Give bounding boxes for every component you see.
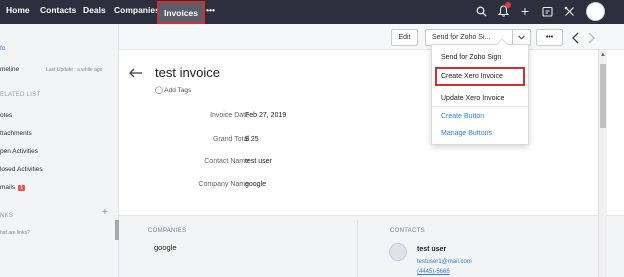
field-value-company-name[interactable]: google (245, 181, 266, 188)
menu-item-send-for-zoho-sign[interactable]: Send for Zoho Sign (441, 54, 501, 61)
arrow-left-icon[interactable] (129, 65, 143, 81)
send-for-zoho-sign-label: Send for Zoho Si... (432, 34, 491, 41)
nav-deals[interactable]: Deals (83, 0, 106, 24)
sidebar-item-attachments[interactable]: ttachments (0, 130, 32, 137)
menu-item-update-xero-invoice[interactable]: Update Xero Invoice (441, 95, 504, 102)
nav-home[interactable]: Home (6, 0, 30, 24)
add-link-button[interactable]: + (102, 207, 108, 218)
contact-phone[interactable]: (4445)-5666 (417, 269, 450, 275)
field-label-contact-name: Contact Name (204, 158, 249, 165)
company-link[interactable]: google (154, 243, 177, 252)
left-sidebar: fo meline Last Update : a while ago ELAT… (0, 24, 119, 277)
sidebar-item-emails[interactable]: mails 1 (0, 184, 26, 191)
chevron-right-icon[interactable] (588, 31, 595, 49)
tools-icon[interactable] (561, 3, 577, 19)
field-label-company-name: Company Name (198, 181, 249, 188)
menu-item-create-button[interactable]: Create Button (441, 113, 484, 120)
contact-name[interactable]: test user (417, 246, 446, 253)
chevron-down-icon[interactable] (512, 30, 530, 45)
field-value-grand-total[interactable]: $ 25 (245, 136, 259, 143)
record-title: test invoice (155, 65, 221, 80)
tag-icon: ◯ (155, 87, 163, 94)
bell-icon[interactable] (495, 2, 511, 19)
record-toolbar: Edit Send for Zoho Si... ••• (119, 24, 624, 50)
field-value-contact-name[interactable]: test user (245, 158, 272, 165)
main-scrollbar[interactable]: ▲ (598, 50, 607, 277)
contact-avatar (389, 243, 407, 261)
chevron-left-icon[interactable] (572, 31, 579, 49)
menu-item-manage-buttons[interactable]: Manage Buttons (441, 130, 492, 137)
menu-item-create-xero-invoice[interactable]: Create Xero Invoice (441, 73, 503, 80)
scroll-up-icon[interactable]: ▲ (600, 52, 606, 58)
edit-button[interactable]: Edit (391, 29, 418, 46)
more-actions-button[interactable]: ••• (536, 29, 563, 46)
sidebar-item-emails-label: mails (0, 184, 16, 191)
search-icon[interactable] (473, 3, 489, 19)
menu-separator (432, 106, 528, 107)
nav-contacts[interactable]: Contacts (40, 0, 76, 24)
plus-icon[interactable]: + (517, 3, 533, 19)
links-heading: NKS (0, 213, 14, 219)
send-options-dropdown: Send for Zoho Sign Create Xero Invoice U… (431, 38, 529, 145)
links-hint[interactable]: hat are links? (0, 230, 30, 236)
emails-count-badge: 1 (18, 185, 26, 191)
top-nav: Home Contacts Deals Companies Invoices •… (0, 0, 624, 24)
contact-email[interactable]: testuser1@mail.com (417, 259, 472, 265)
related-records-panel: COMPANIES google CONTACTS test user test… (119, 215, 624, 277)
last-update-text: Last Update : a while ago (46, 67, 103, 73)
notification-badge (505, 2, 511, 8)
nav-companies[interactable]: Companies (114, 0, 160, 24)
scrollbar-thumb[interactable] (600, 64, 606, 128)
companies-heading: COMPANIES (148, 228, 187, 234)
field-label-invoice-date: Invoice Date (210, 112, 249, 119)
record-detail: Edit Send for Zoho Si... ••• test invoic… (119, 24, 624, 277)
field-label-grand-total: Grand Total (212, 136, 249, 143)
related-list-heading: ELATED LIST (0, 92, 41, 98)
sidebar-info[interactable]: fo (0, 45, 5, 52)
calendar-icon[interactable] (539, 3, 555, 19)
avatar[interactable] (586, 2, 605, 21)
sidebar-item-closed-activities[interactable]: losed Activities (0, 166, 43, 173)
add-tags-label: Add Tags (164, 87, 192, 94)
nav-invoices[interactable]: Invoices (157, 1, 206, 24)
field-value-invoice-date[interactable]: Feb 27, 2019 (245, 112, 286, 119)
sidebar-item-notes[interactable]: otes (0, 112, 12, 119)
add-tags-link[interactable]: ◯ Add Tags (155, 86, 191, 94)
contacts-heading: CONTACTS (390, 228, 425, 234)
panel-divider (357, 220, 358, 277)
sidebar-timeline[interactable]: meline (0, 66, 19, 73)
sidebar-item-open-activities[interactable]: pen Activities (0, 148, 38, 155)
nav-more[interactable]: ••• (206, 0, 215, 24)
